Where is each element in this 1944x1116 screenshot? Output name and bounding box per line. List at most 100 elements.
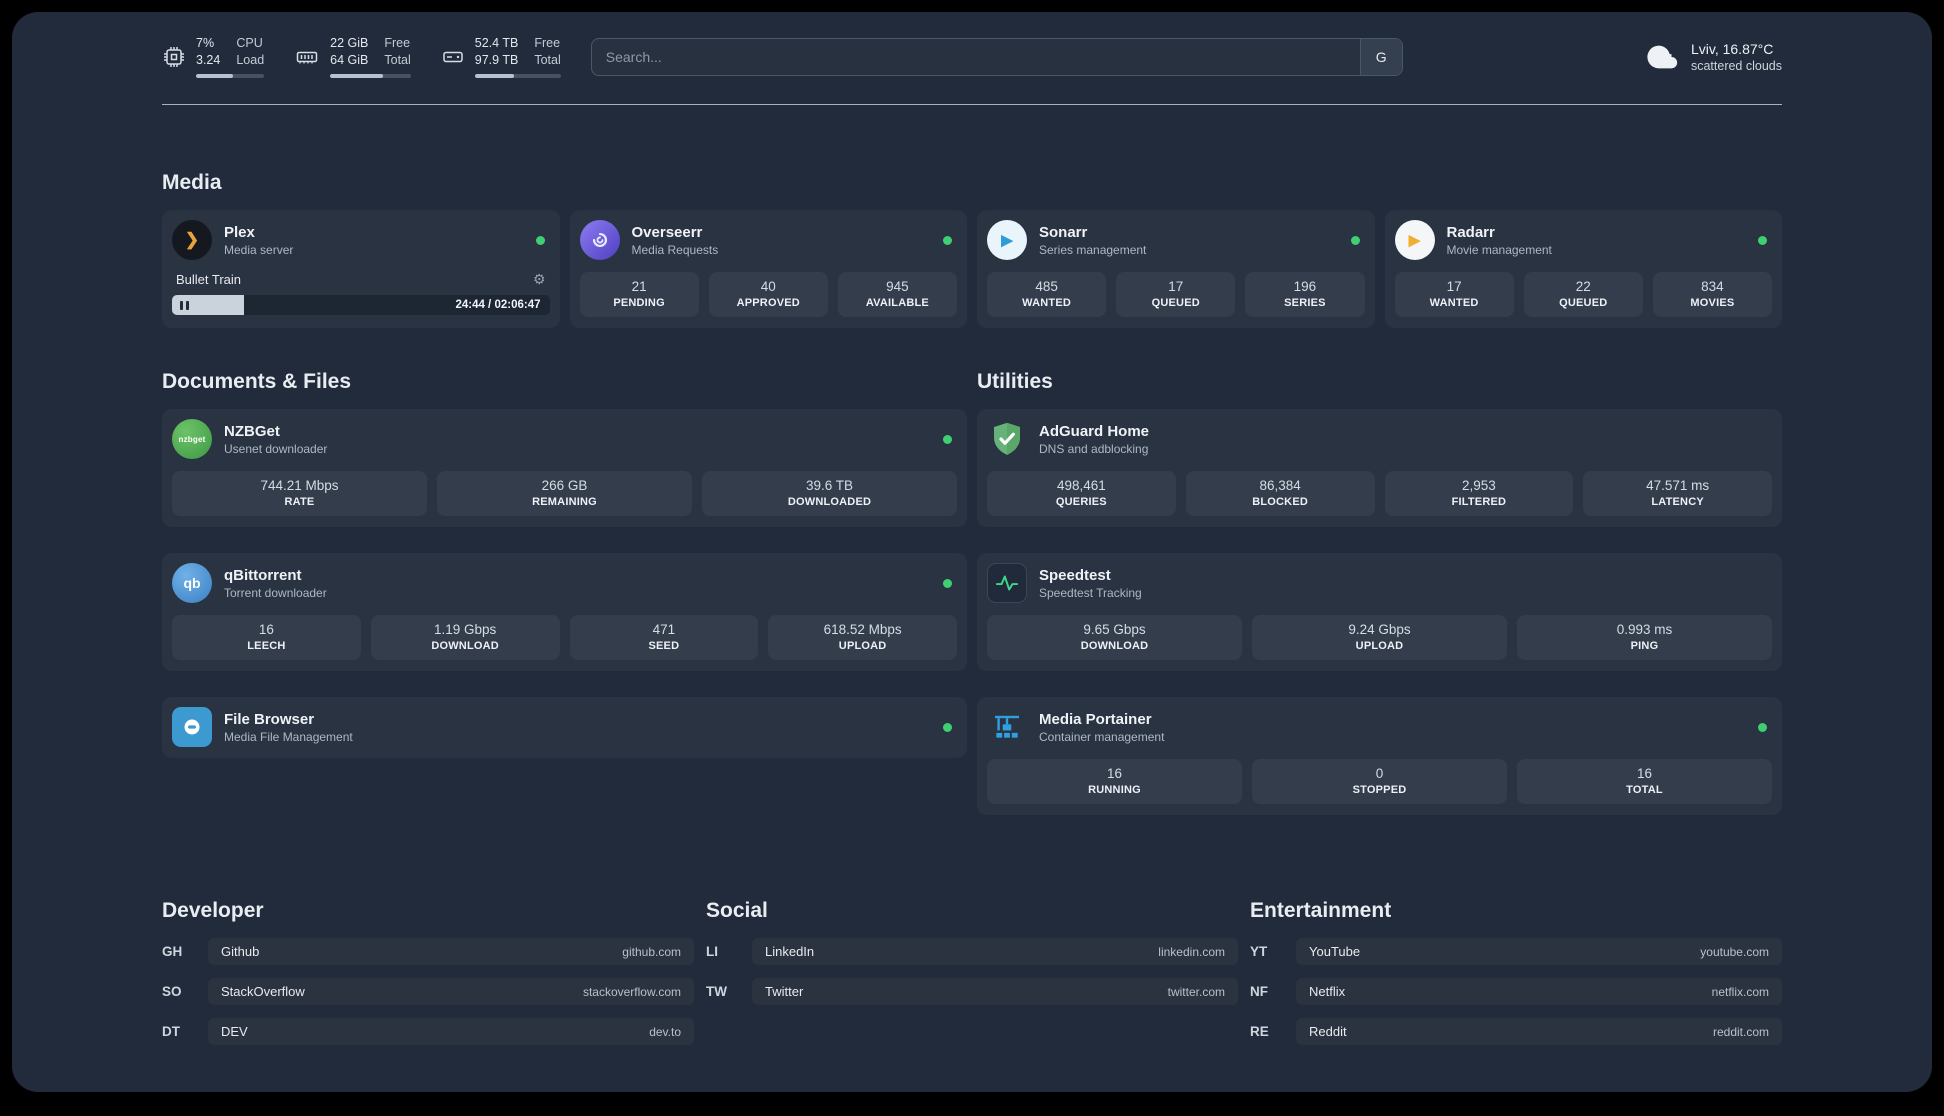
app-subtitle: Speedtest Tracking bbox=[1039, 585, 1142, 600]
bookmark-abbr: LI bbox=[706, 944, 718, 960]
bookmark-abbr: GH bbox=[162, 944, 183, 960]
app-name: File Browser bbox=[224, 710, 315, 728]
ram-icon bbox=[294, 45, 320, 69]
bookmark-abbr: YT bbox=[1250, 944, 1268, 960]
stat-tile: 2,953 FILTERED bbox=[1384, 471, 1574, 517]
speedtest-card[interactable]: Speedtest Speedtest Tracking 9.65 Gbps D… bbox=[977, 553, 1782, 672]
cloud-icon bbox=[1646, 40, 1680, 74]
search-engine-button[interactable]: G bbox=[1359, 39, 1402, 76]
stat-tile: 9.24 Gbps UPLOAD bbox=[1252, 615, 1507, 661]
portainer-card[interactable]: Media Portainer Container management 16 … bbox=[977, 697, 1782, 816]
app-subtitle: Media server bbox=[224, 242, 294, 257]
bookmark-abbr: DT bbox=[162, 1024, 180, 1040]
stat-tile: 945 AVAILABLE bbox=[837, 272, 958, 318]
weather-widget: Lviv, 16.87°C scattered clouds bbox=[1646, 40, 1782, 74]
app-name: Sonarr bbox=[1039, 223, 1088, 241]
bookmark-link[interactable]: YouTube youtube.com bbox=[1296, 938, 1782, 966]
developer-section: Developer GH Github github.com SO StackO… bbox=[162, 899, 694, 1058]
stat-tile: 485 WANTED bbox=[987, 272, 1107, 318]
status-dot bbox=[943, 722, 952, 732]
social-section: Social LI LinkedIn linkedin.com TW Twitt… bbox=[706, 899, 1238, 1058]
stat-tile: 266 GB REMAINING bbox=[437, 471, 692, 517]
bookmark-netflix: NF Netflix netflix.com bbox=[1250, 978, 1782, 1006]
section-title-media: Media bbox=[162, 171, 222, 195]
gear-icon[interactable]: ⚙ bbox=[533, 271, 546, 288]
section-title-documents: Documents & Files bbox=[162, 370, 352, 394]
status-dot bbox=[1758, 235, 1767, 245]
portainer-icon bbox=[987, 707, 1027, 747]
status-dot bbox=[943, 578, 952, 588]
app-subtitle: Media Requests bbox=[631, 242, 719, 257]
media-section: Media ❯ Plex Media server Bullet Train ⚙ bbox=[162, 171, 1782, 329]
ram-label-top: Free bbox=[384, 36, 411, 50]
cpu-chip-icon bbox=[162, 45, 186, 69]
disk-free-value: 52.4 TB bbox=[474, 36, 519, 50]
stat-tile: 471 SEED bbox=[569, 615, 759, 661]
stat-tile: 17 QUEUED bbox=[1116, 272, 1236, 318]
sonarr-icon: ▶ bbox=[987, 220, 1027, 261]
bookmark-linkedin: LI LinkedIn linkedin.com bbox=[706, 938, 1238, 966]
bookmark-stackoverflow: SO StackOverflow stackoverflow.com bbox=[162, 978, 694, 1006]
bookmark-reddit: RE Reddit reddit.com bbox=[1250, 1018, 1782, 1046]
nzbget-card[interactable]: nzbget NZBGet Usenet downloader 744.21 M… bbox=[162, 409, 967, 528]
disk-label-top: Free bbox=[534, 36, 561, 50]
bookmark-abbr: TW bbox=[706, 984, 727, 1000]
section-title-social: Social bbox=[706, 899, 768, 923]
nzbget-icon: nzbget bbox=[172, 419, 212, 460]
stat-tile: 47.571 ms LATENCY bbox=[1583, 471, 1772, 517]
stat-tile: 9.65 Gbps DOWNLOAD bbox=[987, 615, 1242, 661]
ram-free-value: 22 GiB bbox=[330, 36, 369, 50]
dashboard: 7% 3.24 CPU Load 22 GiB 64 GiB Free Tota… bbox=[12, 12, 1932, 1092]
ram-usage-bar-fill bbox=[330, 74, 383, 79]
bookmark-abbr: NF bbox=[1250, 984, 1268, 1000]
status-dot bbox=[535, 235, 545, 245]
playback-time: 24:44 / 02:06:47 bbox=[455, 299, 541, 312]
filebrowser-card[interactable]: File Browser Media File Management bbox=[162, 697, 967, 759]
section-title-developer: Developer bbox=[162, 899, 264, 923]
stat-tile: 22 QUEUED bbox=[1523, 272, 1643, 318]
disk-total-value: 97.9 TB bbox=[474, 52, 519, 67]
adguard-shield-icon bbox=[987, 419, 1027, 459]
bookmark-github: GH Github github.com bbox=[162, 938, 694, 966]
search-box[interactable]: G bbox=[590, 38, 1403, 77]
stat-tile: 0.993 ms PING bbox=[1517, 615, 1772, 661]
bookmark-link[interactable]: StackOverflow stackoverflow.com bbox=[208, 978, 694, 1006]
plex-card[interactable]: ❯ Plex Media server Bullet Train ⚙ 24:44… bbox=[162, 210, 560, 329]
app-subtitle: Container management bbox=[1039, 729, 1165, 744]
bookmark-link[interactable]: Netflix netflix.com bbox=[1296, 978, 1782, 1006]
stat-tile: 21 PENDING bbox=[579, 272, 699, 318]
stat-tile: 16 LEECH bbox=[172, 615, 361, 661]
qbittorrent-card[interactable]: qb qBittorrent Torrent downloader 16 LEE… bbox=[162, 553, 967, 672]
ram-widget: 22 GiB 64 GiB Free Total bbox=[294, 36, 411, 79]
app-subtitle: Movie management bbox=[1446, 242, 1552, 257]
bookmark-link[interactable]: LinkedIn linkedin.com bbox=[752, 938, 1238, 966]
pause-icon[interactable] bbox=[180, 300, 189, 310]
disk-usage-bar-fill bbox=[474, 74, 515, 79]
search-input[interactable] bbox=[591, 39, 1360, 76]
app-subtitle: Series management bbox=[1039, 242, 1147, 257]
radarr-card[interactable]: ▶ Radarr Movie management 17 WANTED 22 Q… bbox=[1384, 210, 1782, 329]
bookmark-link[interactable]: DEV dev.to bbox=[208, 1018, 694, 1046]
stat-tile: 498,461 QUERIES bbox=[987, 471, 1176, 517]
sonarr-card[interactable]: ▶ Sonarr Series management 485 WANTED 17… bbox=[977, 210, 1375, 329]
app-subtitle: Media File Management bbox=[224, 729, 353, 744]
weather-condition: scattered clouds bbox=[1690, 59, 1782, 74]
stat-tile: 0 STOPPED bbox=[1252, 759, 1507, 805]
utilities-section: Utilities AdGuard Home DNS and adblockin… bbox=[977, 370, 1782, 816]
weather-location: Lviv, 16.87°C bbox=[1690, 41, 1774, 58]
bookmark-dev: DT DEV dev.to bbox=[162, 1018, 694, 1046]
radarr-icon: ▶ bbox=[1394, 220, 1435, 261]
plex-icon: ❯ bbox=[172, 220, 212, 261]
adguard-card[interactable]: AdGuard Home DNS and adblocking 498,461 … bbox=[977, 409, 1782, 528]
overseerr-card[interactable]: Overseerr Media Requests 21 PENDING 40 A… bbox=[569, 210, 967, 329]
bookmark-link[interactable]: Github github.com bbox=[208, 938, 694, 966]
app-name: Media Portainer bbox=[1039, 710, 1152, 728]
stat-tile: 39.6 TB DOWNLOADED bbox=[702, 471, 957, 517]
bookmark-link[interactable]: Reddit reddit.com bbox=[1296, 1018, 1782, 1046]
stat-tile: 744.21 Mbps RATE bbox=[172, 471, 427, 517]
app-name: Plex bbox=[224, 223, 255, 241]
bookmark-abbr: RE bbox=[1250, 1024, 1269, 1040]
bookmark-link[interactable]: Twitter twitter.com bbox=[752, 978, 1238, 1006]
speedtest-icon bbox=[987, 563, 1027, 604]
stat-tile: 86,384 BLOCKED bbox=[1185, 471, 1375, 517]
